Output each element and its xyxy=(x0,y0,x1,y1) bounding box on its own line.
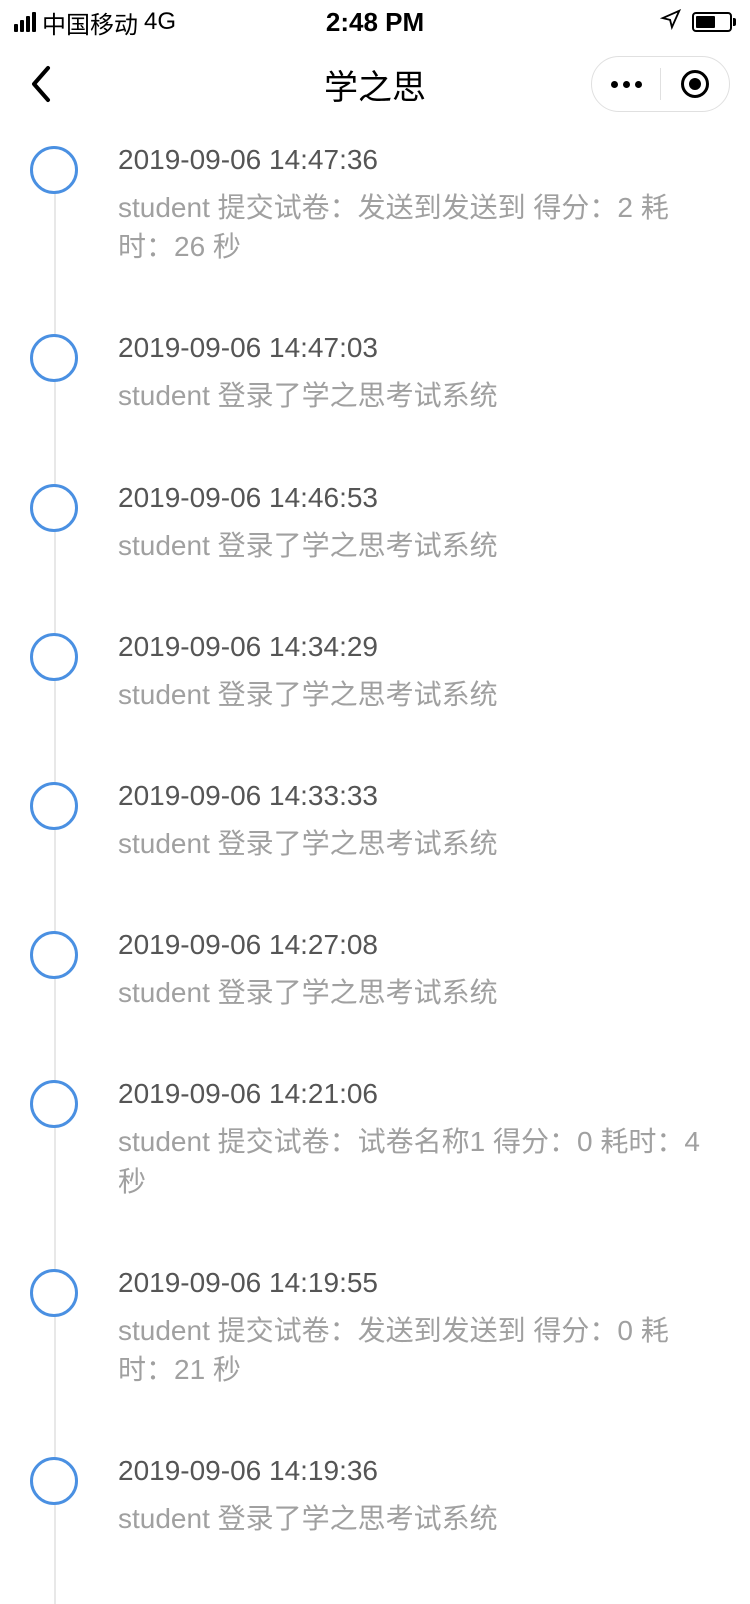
close-button[interactable] xyxy=(661,56,729,112)
timeline-item[interactable]: 2019-09-06 14:47:03 student 登录了学之思考试系统 xyxy=(0,332,750,481)
location-icon xyxy=(660,8,682,37)
timeline-description: student 登录了学之思考试系统 xyxy=(118,376,720,415)
timeline-timestamp: 2019-09-06 14:46:53 xyxy=(118,482,720,514)
timeline-marker xyxy=(30,484,78,532)
timeline[interactable]: 2019-09-06 14:47:36 student 提交试卷：发送到发送到 … xyxy=(0,124,750,1604)
timeline-item[interactable]: 2019-09-06 14:34:29 student 登录了学之思考试系统 xyxy=(0,631,750,780)
timeline-description: student 登录了学之思考试系统 xyxy=(118,526,720,565)
more-icon xyxy=(611,81,642,88)
timeline-timestamp: 2019-09-06 14:33:33 xyxy=(118,780,720,812)
mini-program-capsule xyxy=(591,56,730,112)
carrier-label: 中国移动 xyxy=(42,5,138,40)
timeline-description: student 登录了学之思考试系统 xyxy=(118,675,720,714)
timeline-item[interactable]: 2019-09-06 14:19:36 student 登录了学之思考试系统 xyxy=(0,1455,750,1604)
timeline-content: 2019-09-06 14:27:08 student 登录了学之思考试系统 xyxy=(118,929,720,1012)
timeline-timestamp: 2019-09-06 14:21:06 xyxy=(118,1078,720,1110)
timeline-description: student 登录了学之思考试系统 xyxy=(118,824,720,863)
back-button[interactable] xyxy=(20,64,60,104)
timeline-content: 2019-09-06 14:19:36 student 登录了学之思考试系统 xyxy=(118,1455,720,1538)
timeline-content: 2019-09-06 14:21:06 student 提交试卷：试卷名称1 得… xyxy=(118,1078,720,1200)
timeline-marker xyxy=(30,931,78,979)
timeline-content: 2019-09-06 14:34:29 student 登录了学之思考试系统 xyxy=(118,631,720,714)
timeline-marker xyxy=(30,1080,78,1128)
chevron-left-icon xyxy=(28,64,52,104)
timeline-item[interactable]: 2019-09-06 14:27:08 student 登录了学之思考试系统 xyxy=(0,929,750,1078)
timeline-description: student 提交试卷：试卷名称1 得分：0 耗时：4 秒 xyxy=(118,1122,720,1200)
timeline-content: 2019-09-06 14:19:55 student 提交试卷：发送到发送到 … xyxy=(118,1267,720,1389)
timeline-content: 2019-09-06 14:46:53 student 登录了学之思考试系统 xyxy=(118,482,720,565)
status-left: 中国移动 4G xyxy=(14,5,176,40)
battery-icon xyxy=(692,12,736,32)
timeline-item[interactable]: 2019-09-06 14:19:55 student 提交试卷：发送到发送到 … xyxy=(0,1267,750,1455)
status-time: 2:48 PM xyxy=(326,7,424,38)
timeline-timestamp: 2019-09-06 14:47:03 xyxy=(118,332,720,364)
timeline-marker xyxy=(30,1457,78,1505)
timeline-content: 2019-09-06 14:47:36 student 提交试卷：发送到发送到 … xyxy=(118,144,720,266)
timeline-timestamp: 2019-09-06 14:19:55 xyxy=(118,1267,720,1299)
timeline-marker xyxy=(30,146,78,194)
timeline-timestamp: 2019-09-06 14:47:36 xyxy=(118,144,720,176)
timeline-description: student 登录了学之思考试系统 xyxy=(118,973,720,1012)
timeline-item[interactable]: 2019-09-06 14:46:53 student 登录了学之思考试系统 xyxy=(0,482,750,631)
target-icon xyxy=(681,70,709,98)
timeline-marker xyxy=(30,334,78,382)
timeline-item[interactable]: 2019-09-06 14:21:06 student 提交试卷：试卷名称1 得… xyxy=(0,1078,750,1266)
menu-button[interactable] xyxy=(592,56,660,112)
status-bar: 中国移动 4G 2:48 PM xyxy=(0,0,750,44)
timeline-timestamp: 2019-09-06 14:19:36 xyxy=(118,1455,720,1487)
timeline-marker xyxy=(30,1269,78,1317)
network-label: 4G xyxy=(144,8,176,36)
timeline-marker xyxy=(30,782,78,830)
nav-bar: 学之思 xyxy=(0,44,750,124)
timeline-content: 2019-09-06 14:47:03 student 登录了学之思考试系统 xyxy=(118,332,720,415)
timeline-timestamp: 2019-09-06 14:34:29 xyxy=(118,631,720,663)
timeline-description: student 提交试卷：发送到发送到 得分：0 耗时：21 秒 xyxy=(118,1311,720,1389)
timeline-content: 2019-09-06 14:33:33 student 登录了学之思考试系统 xyxy=(118,780,720,863)
page-title: 学之思 xyxy=(324,60,426,109)
timeline-timestamp: 2019-09-06 14:27:08 xyxy=(118,929,720,961)
timeline-marker xyxy=(30,633,78,681)
timeline-description: student 提交试卷：发送到发送到 得分：2 耗时：26 秒 xyxy=(118,188,720,266)
timeline-description: student 登录了学之思考试系统 xyxy=(118,1499,720,1538)
timeline-item[interactable]: 2019-09-06 14:47:36 student 提交试卷：发送到发送到 … xyxy=(0,144,750,332)
signal-icon xyxy=(14,12,36,32)
status-right xyxy=(660,8,736,37)
timeline-item[interactable]: 2019-09-06 14:33:33 student 登录了学之思考试系统 xyxy=(0,780,750,929)
